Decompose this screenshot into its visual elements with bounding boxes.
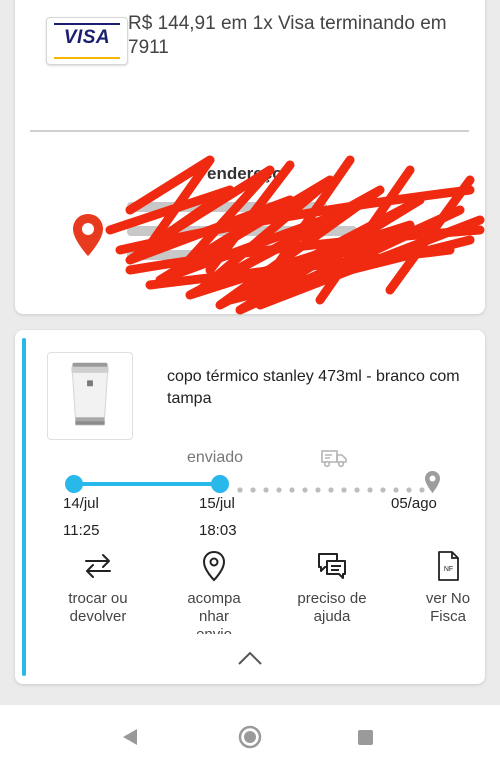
destination-pin-icon: [425, 471, 440, 493]
help-action[interactable]: preciso de ajuda: [287, 550, 377, 634]
invoice-action[interactable]: NF ver No Fisca: [403, 550, 485, 634]
chat-bubbles-icon: [318, 553, 346, 579]
invoice-document-icon: NF: [438, 551, 459, 581]
visa-logo-text: VISA: [63, 27, 111, 48]
redaction-scribble: [105, 155, 485, 315]
action-label: acompa nhar envio: [187, 590, 241, 634]
home-circle-icon[interactable]: [238, 725, 262, 749]
payment-address-card: VISA R$ 144,91 em 1x Visa terminando em …: [15, 0, 485, 315]
timeline-date: 05/ago: [391, 495, 437, 512]
product-title[interactable]: copo térmico stanley 473ml - branco com …: [167, 366, 467, 410]
timeline-time: 18:03: [199, 522, 237, 539]
timeline-pending-dots: [237, 487, 425, 493]
timeline-time: 11:25: [63, 522, 100, 539]
invoice-badge: NF: [444, 566, 453, 573]
section-divider: [30, 130, 469, 132]
visa-stripe-bottom: [54, 57, 120, 59]
system-navigation-bar: [0, 705, 500, 766]
timeline-date: 14/jul: [63, 495, 99, 512]
track-shipment-action[interactable]: acompa nhar envio: [169, 550, 259, 634]
timeline-date: 15/jul: [199, 495, 235, 512]
thermal-cup-image: [71, 362, 109, 426]
chevron-up-icon[interactable]: [237, 650, 263, 666]
return-exchange-action[interactable]: trocar ou devolver: [53, 550, 143, 634]
back-triangle-icon[interactable]: [122, 728, 138, 746]
action-label: trocar ou devolver: [68, 590, 128, 625]
visa-stripe-top: [54, 23, 120, 25]
recent-apps-icon[interactable]: [358, 730, 373, 745]
location-pin-icon: [202, 550, 226, 582]
timeline-step-dot: [65, 475, 83, 493]
status-accent-bar: [22, 338, 26, 676]
visa-card-logo: VISA: [46, 17, 128, 65]
timeline-step-dot: [211, 475, 229, 493]
payment-description: R$ 144,91 em 1x Visa terminando em 7911: [128, 13, 447, 58]
order-item-card: copo térmico stanley 473ml - branco com …: [15, 330, 485, 684]
action-label: preciso de ajuda: [297, 590, 367, 625]
shipping-status: enviado: [187, 449, 244, 466]
timeline-progress-line: [72, 482, 220, 486]
truck-icon: [321, 450, 347, 468]
swap-arrows-icon: [85, 554, 111, 578]
product-thumbnail[interactable]: [47, 352, 133, 440]
action-label: ver No Fisca: [425, 590, 471, 625]
